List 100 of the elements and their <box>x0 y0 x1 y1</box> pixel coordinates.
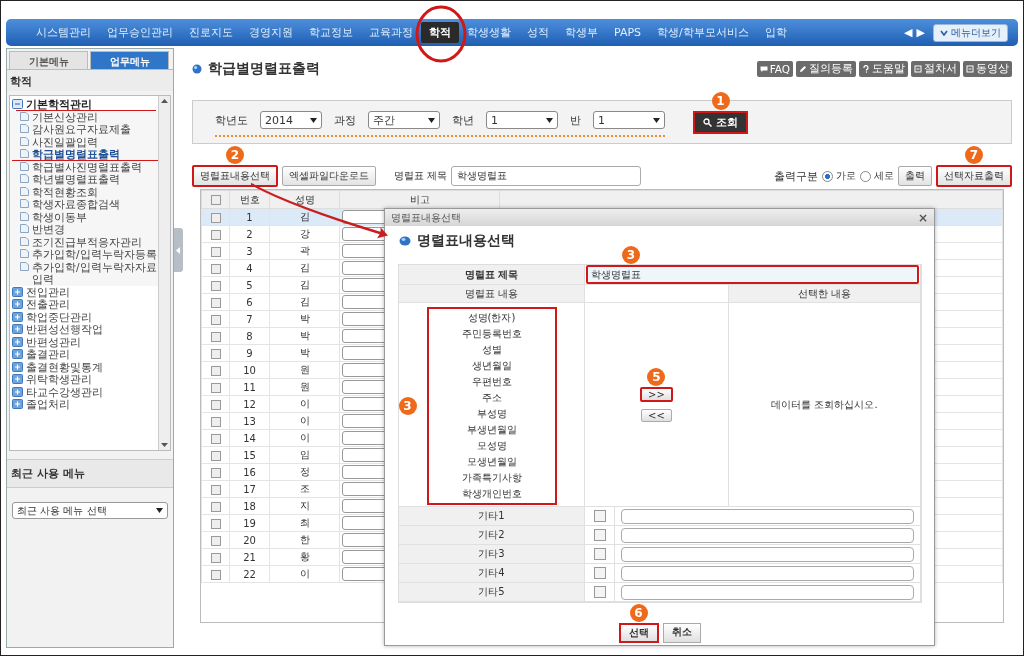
menu-tab[interactable]: 학교정보 <box>301 22 361 43</box>
print-button[interactable]: 출력 <box>898 166 932 186</box>
list-item[interactable]: 모성명 <box>428 438 555 454</box>
checkbox[interactable] <box>210 365 221 376</box>
checkbox[interactable] <box>593 529 606 541</box>
checkbox[interactable] <box>210 382 221 393</box>
list-item[interactable]: 가족특기사항 <box>428 470 555 486</box>
help-button[interactable]: 질의등록 <box>796 61 856 77</box>
checkbox[interactable] <box>210 399 221 410</box>
list-item[interactable]: 우편번호 <box>428 374 555 390</box>
more-menu-button[interactable]: 메뉴더보기 <box>933 23 1008 42</box>
expand-icon[interactable] <box>12 311 23 322</box>
text-field[interactable] <box>621 508 914 524</box>
help-button[interactable]: FAQ <box>756 61 793 77</box>
checkbox[interactable] <box>210 433 221 444</box>
text-field[interactable] <box>621 527 914 543</box>
checkbox[interactable] <box>593 548 606 560</box>
checkbox[interactable] <box>210 263 221 274</box>
tree-item[interactable]: 반편성관리 <box>26 335 81 348</box>
checkbox[interactable] <box>210 348 221 359</box>
text-field[interactable] <box>621 584 914 600</box>
next-button[interactable]: ▶ <box>916 26 925 39</box>
checkbox[interactable] <box>210 535 221 546</box>
expand-icon[interactable] <box>12 324 23 334</box>
expand-icon[interactable] <box>12 336 23 347</box>
checkbox[interactable] <box>210 280 221 291</box>
title-field[interactable]: 학생명렬표 <box>451 166 642 186</box>
checkbox[interactable] <box>210 501 221 512</box>
scrollbar[interactable] <box>158 96 170 450</box>
checkbox[interactable] <box>210 229 221 240</box>
close-button[interactable]: × <box>917 210 928 225</box>
menu-tab[interactable]: 경영지원 <box>241 22 301 43</box>
checkbox[interactable] <box>210 450 221 461</box>
tree-item[interactable]: 반편성선행작업 <box>26 323 103 336</box>
expand-icon[interactable] <box>12 361 23 372</box>
tree-item[interactable]: 전출관리 <box>26 298 70 311</box>
expand-icon[interactable] <box>12 349 23 359</box>
checkbox[interactable] <box>210 467 221 478</box>
splitter-handle[interactable] <box>174 228 183 272</box>
tree-item[interactable]: 학업중단관리 <box>26 310 92 323</box>
tree-item[interactable]: 위탁학생관리 <box>26 373 92 386</box>
radio-button[interactable] <box>860 170 871 182</box>
checkbox[interactable] <box>210 569 221 580</box>
checkbox[interactable] <box>210 552 221 563</box>
list-item[interactable]: 주민등록번호 <box>428 326 555 342</box>
checkbox[interactable] <box>210 246 221 257</box>
tree-item[interactable]: 졸업처리 <box>26 398 70 411</box>
previous-button[interactable]: ◀ <box>904 26 913 39</box>
search-button[interactable]: 조회 <box>693 110 748 134</box>
menu-tab[interactable]: 학생생활 <box>459 22 519 43</box>
expand-icon[interactable] <box>12 386 23 397</box>
dropdown[interactable]: 1 <box>593 111 665 129</box>
radio-button[interactable] <box>822 170 833 182</box>
dropdown[interactable]: 2014 <box>260 111 322 129</box>
checkbox[interactable] <box>593 567 606 579</box>
print-selected-button[interactable]: 선택자료출력 <box>936 165 1012 187</box>
list-item[interactable]: 부성명 <box>428 406 555 422</box>
tree-item[interactable]: 전입관리 <box>26 285 70 298</box>
menu-tab[interactable]: 학생부 <box>557 22 606 43</box>
checkbox[interactable] <box>210 212 221 223</box>
checkbox[interactable] <box>210 314 221 325</box>
help-button[interactable]: 동영상 <box>963 61 1012 77</box>
checkbox[interactable] <box>210 331 221 342</box>
menu-tab[interactable]: 학생/학부모서비스 <box>649 22 757 43</box>
text-field[interactable] <box>621 565 914 581</box>
text-field[interactable] <box>621 546 914 562</box>
dropdown[interactable]: 1 <box>486 111 558 129</box>
menu-tab[interactable]: 진로지도 <box>181 22 241 43</box>
list-item[interactable]: 성별 <box>428 342 555 358</box>
list-item[interactable]: 성명(한자) <box>428 310 555 326</box>
tree-item[interactable]: 출결현황및통계 <box>26 360 103 373</box>
checkbox[interactable] <box>593 586 606 598</box>
list-item[interactable]: 주소 <box>428 390 555 406</box>
help-button[interactable]: 도움말 <box>859 61 908 77</box>
sidebar-tab[interactable]: 기본메뉴 <box>9 51 88 69</box>
dropdown[interactable]: 주간 <box>368 111 440 129</box>
select-button[interactable]: 선택 <box>618 623 659 643</box>
expand-icon[interactable] <box>12 286 23 297</box>
menu-tab[interactable]: 학적 <box>421 22 459 43</box>
checkbox[interactable] <box>593 510 606 522</box>
checkbox[interactable] <box>210 194 221 205</box>
cancel-button[interactable]: 취소 <box>662 623 701 643</box>
expand-icon[interactable] <box>12 399 23 409</box>
checkbox[interactable] <box>210 297 221 308</box>
collapse-icon[interactable] <box>12 99 23 109</box>
content-select-button[interactable]: 명렬표내용선택 <box>192 165 278 187</box>
sidebar-tab[interactable]: 업무메뉴 <box>90 51 169 69</box>
menu-tab[interactable]: 교육과정 <box>361 22 421 43</box>
tree-item[interactable]: 기본학적관리 <box>26 98 92 111</box>
recent-menu-dropdown[interactable]: 최근 사용 메뉴 선택 <box>12 502 168 519</box>
list-item[interactable]: 부생년월일 <box>428 422 555 438</box>
title-field[interactable]: 학생명렬표 <box>586 265 919 284</box>
checkbox[interactable] <box>210 518 221 529</box>
list-item[interactable]: 생년월일 <box>428 358 555 374</box>
menu-tab[interactable]: 시스템관리 <box>28 22 99 43</box>
add-button[interactable]: >> <box>640 387 673 402</box>
excel-download-button[interactable]: 엑셀파일다운로드 <box>282 166 376 186</box>
menu-tab[interactable]: 입학 <box>756 22 795 43</box>
tree-item[interactable]: 타교수강생관리 <box>26 385 103 398</box>
checkbox[interactable] <box>210 484 221 495</box>
